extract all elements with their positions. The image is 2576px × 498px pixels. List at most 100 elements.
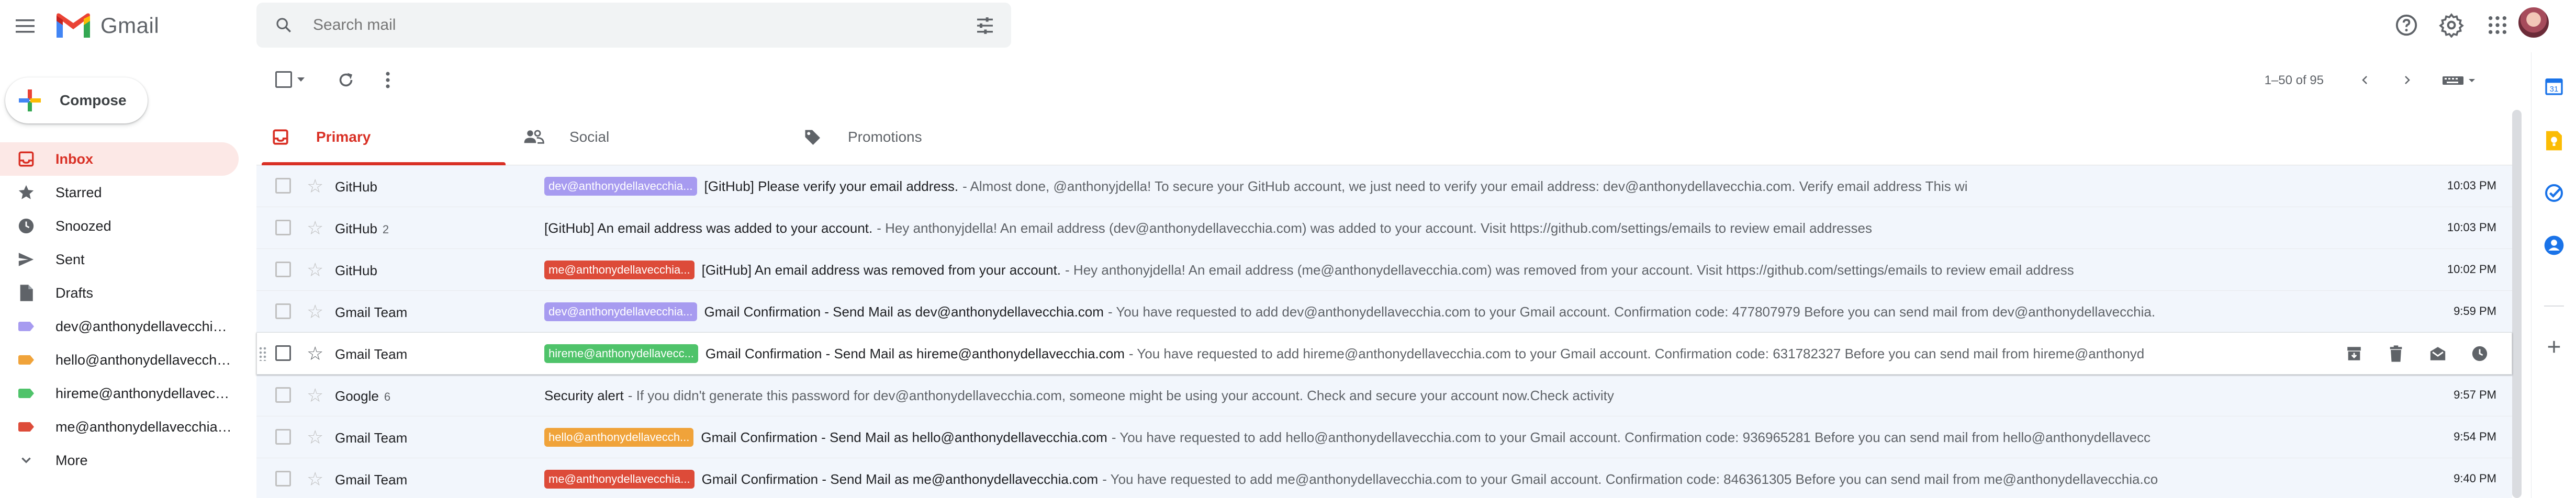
email-row[interactable]: ☆ Gmail Team hello@anthonydellavecch... … xyxy=(256,416,2512,458)
list-toolbar: 1–50 of 95 xyxy=(256,54,2512,107)
apps-grid-icon[interactable] xyxy=(2482,9,2513,41)
row-checkbox[interactable] xyxy=(275,471,291,486)
sidebar-item-label: dev@anthonydellavecchia.com xyxy=(55,318,233,334)
compose-button[interactable]: Compose xyxy=(5,77,148,123)
star-icon[interactable]: ☆ xyxy=(307,218,323,239)
sender: Gmail Team xyxy=(335,472,523,488)
thread-count: 6 xyxy=(384,390,391,403)
email-subject: Gmail Confirmation - Send Mail as me@ant… xyxy=(701,471,1099,487)
sidebar-item-label: More xyxy=(55,452,88,468)
email-label-chip[interactable]: me@anthonydellavecchia... xyxy=(544,470,695,489)
input-tools-keyboard-icon[interactable] xyxy=(2439,67,2481,93)
sidebar-item-label: me@anthonydellavecchia.com xyxy=(55,418,233,435)
star-icon[interactable]: ☆ xyxy=(307,343,323,364)
snooze-icon[interactable] xyxy=(2468,342,2491,365)
star-icon[interactable]: ☆ xyxy=(307,469,323,490)
sender-name: Gmail Team xyxy=(335,304,408,320)
sidebar-item-label-me[interactable]: me@anthonydellavecchia.com xyxy=(0,410,239,444)
email-time: 9:54 PM xyxy=(2454,430,2496,443)
row-checkbox[interactable] xyxy=(275,220,291,235)
add-addon-icon[interactable] xyxy=(2542,335,2566,359)
delete-icon[interactable] xyxy=(2384,342,2407,365)
email-label-chip[interactable]: hello@anthonydellavecch... xyxy=(544,428,694,447)
row-checkbox[interactable] xyxy=(275,429,291,445)
category-tabs: Primary Social Promotions xyxy=(256,109,2512,165)
email-row[interactable]: ☆ Gmail Team hireme@anthonydellavecc... … xyxy=(256,333,2512,375)
search-input[interactable] xyxy=(313,16,941,34)
email-row[interactable]: ☆ Gmail Team dev@anthonydellavecchia... … xyxy=(256,291,2512,333)
more-vert-icon[interactable] xyxy=(375,67,401,93)
email-row[interactable]: ☆ GitHub 2 [GitHub] An email address was … xyxy=(256,207,2512,249)
search-bar[interactable] xyxy=(256,3,1011,48)
sender-name: Google xyxy=(335,388,379,404)
list-scrollbar[interactable] xyxy=(2512,110,2522,498)
sidebar-item-label: Starred xyxy=(55,184,102,200)
row-checkbox[interactable] xyxy=(275,262,291,277)
email-row[interactable]: ☆ GitHub me@anthonydellavecchia... [GitH… xyxy=(256,249,2512,291)
mark-read-icon[interactable] xyxy=(2426,342,2449,365)
sidebar-item-label-hireme[interactable]: hireme@anthonydellavecchia.com xyxy=(0,377,239,410)
email-time: 9:59 PM xyxy=(2454,304,2496,318)
row-checkbox[interactable] xyxy=(275,345,291,361)
main-menu-button[interactable] xyxy=(12,13,39,40)
sidebar-item-snoozed[interactable]: Snoozed xyxy=(0,209,239,243)
tag-icon xyxy=(802,127,823,148)
sidebar-item-inbox[interactable]: Inbox xyxy=(0,142,239,176)
pagination-range: 1–50 of 95 xyxy=(2264,73,2324,87)
sidebar-item-sent[interactable]: Sent xyxy=(0,243,239,276)
sidebar-item-drafts[interactable]: Drafts xyxy=(0,276,239,310)
sidebar-item-label-dev[interactable]: dev@anthonydellavecchia.com xyxy=(0,310,239,343)
row-checkbox[interactable] xyxy=(275,303,291,319)
star-icon[interactable]: ☆ xyxy=(307,427,323,448)
tab-primary[interactable]: Primary xyxy=(256,109,506,165)
help-icon[interactable] xyxy=(2391,9,2422,41)
calendar-icon[interactable]: 31 xyxy=(2542,74,2566,98)
email-snippet: - Almost done, @anthonyjdella! To secure… xyxy=(962,178,1968,194)
row-checkbox[interactable] xyxy=(275,178,291,194)
contacts-icon[interactable] xyxy=(2542,233,2566,257)
sidebar-item-label-hello[interactable]: hello@anthonydellavecchia.com xyxy=(0,343,239,377)
sidebar-item-more[interactable]: More xyxy=(0,444,239,477)
star-icon[interactable]: ☆ xyxy=(307,176,323,197)
row-checkbox[interactable] xyxy=(275,387,291,403)
email-row[interactable]: ☆ Google 6 Security alert - If you didn't… xyxy=(256,375,2512,416)
tab-promotions[interactable]: Promotions xyxy=(788,109,1034,165)
account-avatar[interactable] xyxy=(2517,6,2550,39)
sidebar-item-label: Snoozed xyxy=(55,218,111,234)
svg-text:31: 31 xyxy=(2550,85,2559,94)
star-icon[interactable]: ☆ xyxy=(307,301,323,322)
email-time: 10:03 PM xyxy=(2447,221,2496,234)
newer-page-button[interactable] xyxy=(2352,67,2378,93)
clock-icon xyxy=(17,217,36,235)
drag-handle-icon[interactable] xyxy=(259,346,267,361)
sender-name: GitHub xyxy=(335,179,377,195)
email-label-chip[interactable]: dev@anthonydellavecchia... xyxy=(544,302,697,321)
keep-icon[interactable] xyxy=(2542,129,2566,153)
email-row[interactable]: ☆ Gmail Team me@anthonydellavecchia... G… xyxy=(256,458,2512,498)
tasks-icon[interactable] xyxy=(2542,181,2566,205)
email-label-chip[interactable]: me@anthonydellavecchia... xyxy=(544,261,695,279)
older-page-button[interactable] xyxy=(2394,67,2420,93)
email-row[interactable]: ☆ GitHub dev@anthonydellavecchia... [Git… xyxy=(256,165,2512,207)
star-icon[interactable]: ☆ xyxy=(307,259,323,280)
search-icon[interactable] xyxy=(268,9,299,41)
tab-social[interactable]: Social xyxy=(510,109,756,165)
archive-icon[interactable] xyxy=(2343,342,2366,365)
star-icon[interactable]: ☆ xyxy=(307,385,323,406)
sidebar-item-starred[interactable]: Starred xyxy=(0,176,239,209)
gmail-logo[interactable]: Gmail xyxy=(54,9,159,42)
hamburger-icon xyxy=(16,19,35,33)
inbox-icon xyxy=(17,150,36,168)
sidebar-item-label: hello@anthonydellavecchia.com xyxy=(55,352,233,368)
sender: Gmail Team xyxy=(335,346,523,363)
email-content: me@anthonydellavecchia... Gmail Confirma… xyxy=(544,469,2292,490)
email-label-chip[interactable]: dev@anthonydellavecchia... xyxy=(544,177,697,196)
refresh-icon[interactable] xyxy=(333,67,359,93)
draft-icon xyxy=(17,284,36,302)
row-actions xyxy=(2324,342,2491,365)
search-options-icon[interactable] xyxy=(975,15,995,36)
settings-gear-icon[interactable] xyxy=(2436,9,2467,41)
email-label-chip[interactable]: hireme@anthonydellavecc... xyxy=(544,344,698,363)
select-all-checkbox[interactable] xyxy=(275,71,292,88)
select-menu-caret-icon[interactable] xyxy=(297,77,305,82)
